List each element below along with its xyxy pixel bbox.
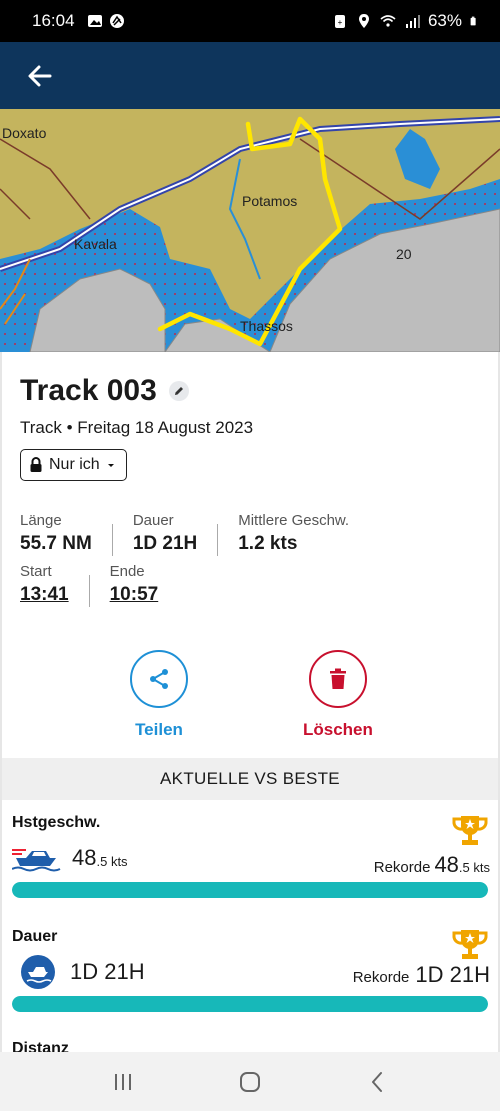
metric-title: Dauer [12,928,58,945]
wifi-icon [380,15,396,27]
battery-saver-icon: + [334,15,345,28]
stats-row-1: Länge 55.7 NM Dauer 1D 21H Mittlere Gesc… [20,512,349,556]
map-label-thassos: Thassos [240,318,293,334]
battery-icon [470,16,476,26]
current-value-unit: .5 kts [96,853,128,869]
privacy-value: Nur ich [49,456,100,473]
battery-percent: 63% [427,11,462,30]
map-label-potamos: Potamos [242,193,297,209]
metric-title: Hstgeschw. [12,814,101,831]
stat-end: Ende 10:57 [110,563,159,606]
track-detail-card: Track 003 Track • Freitag 18 August 2023… [0,352,500,1111]
map-canvas: Doxato Kavala Potamos Thassos 20 [0,109,500,352]
title-row: Track 003 [20,374,189,408]
share-button[interactable]: Teilen [130,650,188,740]
divider [111,524,113,556]
privacy-dropdown[interactable]: Nur ich [20,449,127,481]
track-title: Track 003 [20,374,157,407]
stat-length: Länge 55.7 NM [20,512,92,555]
trophy-icon [452,816,488,845]
record-label: Rekorde [373,859,431,876]
stat-end-value[interactable]: 10:57 [110,584,159,606]
stat-length-value: 55.7 NM [20,533,92,554]
home-button[interactable] [220,1062,280,1102]
stat-duration-label: Dauer [132,512,174,529]
track-subtitle: Track • Freitag 18 August 2023 [20,418,254,437]
stat-length-label: Länge [20,512,62,529]
map-label-kavala: Kavala [74,236,117,252]
share-label: Teilen [135,720,183,739]
current-value-main: 48 [72,845,97,870]
record-value: 1D 21H [415,962,490,987]
stat-avg-speed-value: 1.2 kts [238,533,298,554]
back-button[interactable] [22,58,58,94]
app-bar [0,42,500,109]
comparison-header: AKTUELLE VS BESTE [2,758,498,800]
record-value-main: 48 [434,852,459,877]
metric-top-speed: Hstgeschw. 48.5 kts Rekorde 48.5 kts [12,814,490,904]
map-depth-label: 20 [396,246,412,262]
metric-record: Rekorde 1D 21H [353,962,490,988]
delete-button[interactable]: Löschen [303,650,373,740]
stat-start-label: Start [20,563,52,580]
metric-duration: Dauer 1D 21H Rekorde 1D 21H [12,928,490,1018]
status-right-icons: + 63% [332,11,480,31]
current-value: 1D 21H [70,959,145,984]
recent-apps-icon [115,1073,132,1090]
arrow-left-icon [28,65,52,86]
location-icon [358,14,369,28]
lock-icon [30,457,42,472]
stat-start: Start 13:41 [20,563,69,606]
divider [217,524,219,556]
svg-text:+: + [338,18,343,27]
metric-current: 1D 21H [20,954,145,990]
share-circle[interactable] [130,650,188,708]
boat-badge-icon [21,955,55,989]
pencil-icon [174,387,183,395]
stat-duration: Dauer 1D 21H [133,512,197,555]
stat-start-value[interactable]: 13:41 [20,584,69,606]
recent-apps-button[interactable] [93,1062,153,1102]
progress-bar [12,996,488,1012]
progress-bar-fill [12,996,488,1012]
stat-end-label: Ende [109,563,145,580]
stats-row-2: Start 13:41 Ende 10:57 [20,563,158,607]
trophy-icon [452,930,488,959]
system-nav-bar [0,1052,500,1111]
status-left-icons [87,13,125,29]
track-map[interactable]: Doxato Kavala Potamos Thassos 20 [0,109,500,352]
status-bar: 16:04 + 63% [0,0,500,42]
stat-avg-speed: Mittlere Geschw. 1.2 kts [238,512,349,555]
delete-label: Löschen [303,720,373,739]
delete-circle[interactable] [308,650,367,708]
app-icon [109,14,124,28]
edit-title-button[interactable] [168,381,189,401]
record-label: Rekorde [352,969,410,986]
speed-boat-icon [12,849,61,872]
progress-bar-fill [12,882,488,898]
stat-avg-speed-label: Mittlere Geschw. [238,512,350,529]
back-nav-button[interactable] [347,1062,407,1102]
trash-icon [329,668,346,689]
image-icon [87,15,102,27]
signal-icon [405,15,420,28]
progress-bar [12,882,488,898]
status-time: 16:04 [32,11,75,30]
caret-down-icon [107,464,114,467]
divider [88,575,90,607]
record-value-unit: .5 kts [458,860,490,875]
share-icon [150,669,168,689]
map-label-doxato: Doxato [2,125,47,141]
metric-record: Rekorde 48.5 kts [374,852,490,878]
home-icon [239,1071,260,1092]
stat-duration-value: 1D 21H [132,533,198,554]
metric-current: 48.5 kts [12,844,128,872]
back-nav-icon [371,1071,382,1092]
